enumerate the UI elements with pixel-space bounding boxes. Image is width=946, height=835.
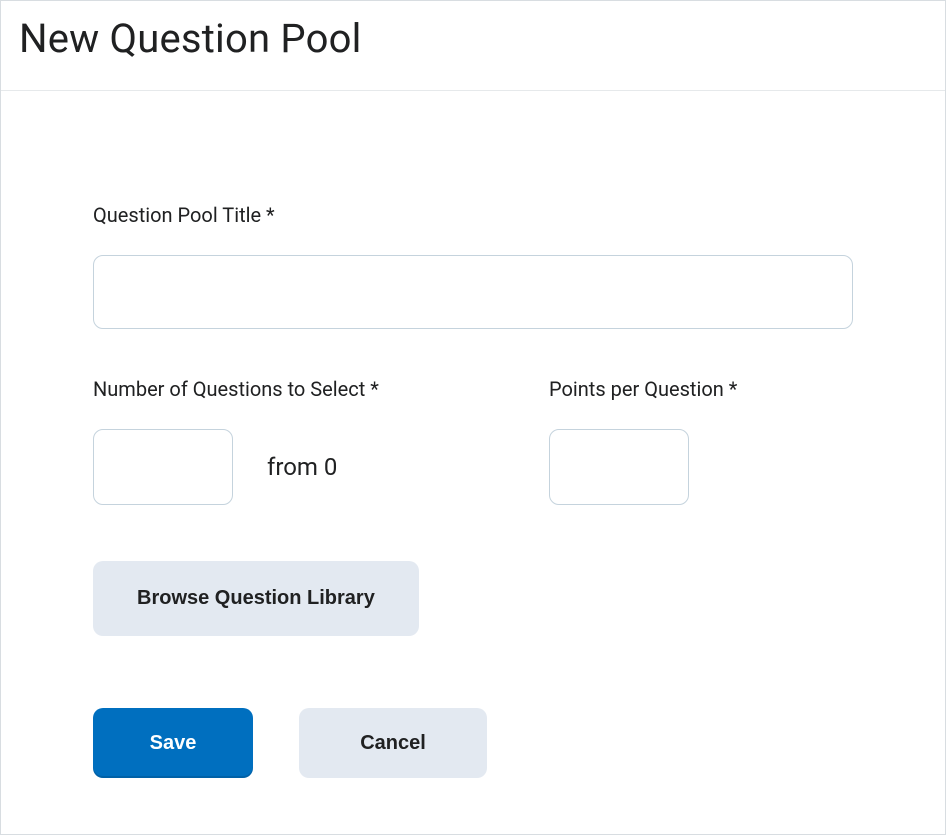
browse-question-library-button[interactable]: Browse Question Library: [93, 561, 419, 636]
title-field-block: Question Pool Title *: [93, 203, 853, 329]
row-num-points: Number of Questions to Select * from 0 P…: [93, 377, 853, 505]
question-pool-panel: New Question Pool Question Pool Title * …: [0, 0, 946, 835]
action-row: Save Cancel: [93, 708, 853, 778]
num-questions-label: Number of Questions to Select *: [93, 377, 503, 401]
save-button[interactable]: Save: [93, 708, 253, 778]
points-label: Points per Question *: [549, 377, 853, 401]
points-block: Points per Question *: [549, 377, 853, 505]
title-input[interactable]: [93, 255, 853, 329]
title-label: Question Pool Title *: [93, 203, 853, 227]
from-count-text: from 0: [267, 453, 337, 481]
cancel-button[interactable]: Cancel: [299, 708, 487, 778]
num-questions-input[interactable]: [93, 429, 233, 505]
panel-header: New Question Pool: [1, 1, 945, 91]
page-title: New Question Pool: [19, 15, 927, 62]
points-input[interactable]: [549, 429, 689, 505]
form-content: Question Pool Title * Number of Question…: [1, 91, 945, 778]
num-questions-block: Number of Questions to Select * from 0: [93, 377, 503, 505]
num-inline-row: from 0: [93, 429, 503, 505]
